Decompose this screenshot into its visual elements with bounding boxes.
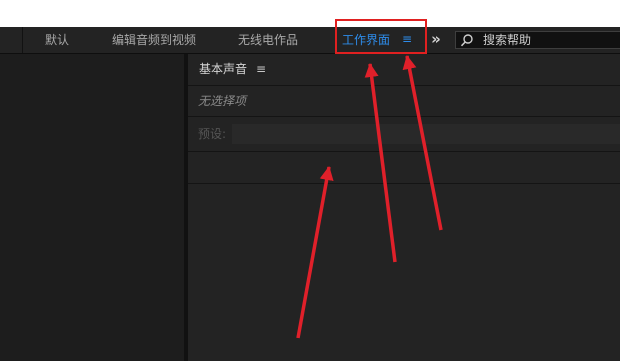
workspace-bar: 默认 编辑音频到视频 无线电作品 工作界面 ≡ » 搜索帮助	[0, 27, 620, 54]
essential-sound-panel: 基本声音 ≡ 无选择项 预设:	[188, 54, 620, 361]
overflow-chevron-icon[interactable]: »	[426, 27, 446, 53]
search-placeholder: 搜索帮助	[483, 33, 532, 47]
tab-edit-audio-to-video[interactable]: 编辑音频到视频	[112, 27, 196, 53]
search-help-input[interactable]: 搜索帮助	[455, 31, 620, 49]
workspace-menu-icon[interactable]: ≡	[402, 27, 412, 53]
panel-edge	[22, 27, 23, 53]
left-panel	[0, 54, 184, 361]
preset-section: 预设:	[188, 117, 620, 152]
search-icon	[460, 34, 473, 47]
preset-dropdown[interactable]	[232, 124, 620, 144]
tab-radio-production[interactable]: 无线电作品	[238, 27, 298, 53]
empty-section	[188, 152, 620, 184]
preset-label: 预设:	[198, 127, 227, 141]
panel-title[interactable]: 基本声音	[199, 54, 247, 85]
panel-header: 基本声音 ≡	[188, 54, 620, 86]
tab-workspace[interactable]: 工作界面	[342, 27, 390, 53]
panel-menu-icon[interactable]: ≡	[256, 54, 266, 85]
no-selection-text: 无选择项	[198, 94, 247, 108]
tab-default[interactable]: 默认	[45, 27, 69, 53]
app-window: 默认 编辑音频到视频 无线电作品 工作界面 ≡ » 搜索帮助 基本声音 ≡ 无选…	[0, 27, 620, 361]
selection-section: 无选择项	[188, 86, 620, 117]
